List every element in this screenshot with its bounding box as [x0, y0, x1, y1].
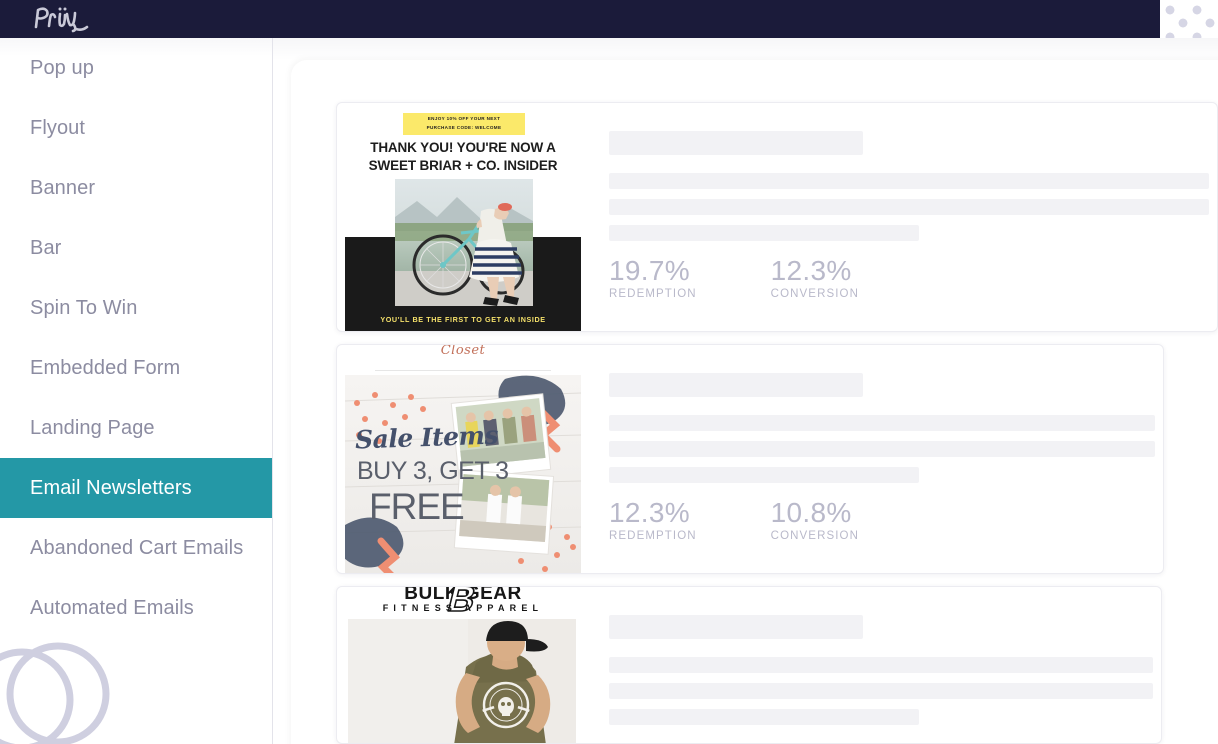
stat-conversion-value: 10.8%	[770, 497, 852, 528]
campaign-thumbnail: ENJOY 10% OFF YOUR NEXT PURCHASE CODE: W…	[345, 103, 581, 331]
email-hero-photo	[348, 619, 576, 743]
sidebar-item-landing-page[interactable]: Landing Page	[0, 398, 272, 458]
campaign-card[interactable]: BULK GEAR B FITNESS APPAREL	[336, 586, 1162, 744]
skeleton-line	[609, 657, 1153, 673]
sidebar-item-label: Email Newsletters	[30, 476, 192, 499]
content-top-fade	[273, 38, 1218, 60]
campaign-stats: 19.7% REDEMPTION 12.3% CONVERSION	[609, 253, 859, 300]
skeleton-title-bar	[609, 131, 863, 155]
sidebar-item-abandoned-cart-emails[interactable]: Abandoned Cart Emails	[0, 518, 272, 578]
headline-script: Sale Items	[354, 420, 499, 455]
sidebar-item-label: Landing Page	[30, 416, 155, 439]
sidebar-item-label: Bar	[30, 236, 62, 259]
email-preview-sweet-briar: ENJOY 10% OFF YOUR NEXT PURCHASE CODE: W…	[345, 103, 581, 331]
skeleton-line	[609, 467, 919, 483]
sidebar-item-label: Pop up	[30, 56, 94, 79]
sidebar-item-label: Flyout	[30, 116, 86, 139]
email-brand-logo: Closet	[440, 345, 486, 358]
sidebar-item-embedded-form[interactable]: Embedded Form	[0, 338, 272, 398]
sidebar-item-email-newsletters[interactable]: Email Newsletters	[0, 458, 272, 518]
email-footer-text: YOU'LL BE THE FIRST TO GET AN INSIDE	[380, 315, 546, 324]
headline-line-1: THANK YOU! YOU'RE NOW A	[370, 140, 556, 155]
email-hero-photo	[395, 179, 533, 306]
coupon-line-1: ENJOY 10% OFF YOUR NEXT	[427, 116, 501, 122]
sidebar-item-label: Banner	[30, 176, 96, 199]
stat-redemption: 19.7% REDEMPTION	[609, 253, 697, 300]
campaign-thumbnail: Closet Sale Items BUY 3, GET 3 FREE	[345, 345, 581, 573]
campaign-thumbnail: BULK GEAR B FITNESS APPAREL	[345, 587, 581, 743]
stat-conversion-value: 12.3%	[770, 255, 852, 286]
campaign-card[interactable]: ENJOY 10% OFF YOUR NEXT PURCHASE CODE: W…	[336, 102, 1218, 332]
stat-conversion-label: CONVERSION	[770, 530, 859, 542]
skeleton-line	[609, 441, 1155, 457]
email-preview-closet-sale: Closet Sale Items BUY 3, GET 3 FREE	[345, 345, 581, 573]
campaign-card-body: 12.3% REDEMPTION 10.8% CONVERSION	[593, 345, 1163, 573]
skeleton-line	[609, 199, 1209, 215]
stat-redemption-label: REDEMPTION	[609, 288, 697, 300]
stat-redemption-value: 12.3%	[609, 497, 690, 528]
sidebar-item-banner[interactable]: Banner	[0, 158, 272, 218]
skeleton-line	[609, 225, 919, 241]
campaign-card-body: 19.7% REDEMPTION 12.3% CONVERSION	[593, 103, 1217, 331]
stat-redemption: 12.3% REDEMPTION	[609, 495, 697, 542]
email-divider	[375, 370, 551, 371]
stat-redemption-value: 19.7%	[609, 255, 690, 286]
sidebar-item-spin-to-win[interactable]: Spin To Win	[0, 278, 272, 338]
stat-conversion: 10.8% CONVERSION	[771, 495, 859, 542]
campaign-card[interactable]: Closet Sale Items BUY 3, GET 3 FREE 12.3…	[336, 344, 1164, 574]
sidebar-item-label: Embedded Form	[30, 356, 181, 379]
headline-line-2: SWEET BRIAR + CO. INSIDER	[368, 157, 558, 173]
skeleton-line	[609, 415, 1155, 431]
skeleton-title-bar	[609, 615, 863, 639]
campaign-stats: 12.3% REDEMPTION 10.8% CONVERSION	[609, 495, 859, 542]
sidebar-item-label: Automated Emails	[30, 596, 194, 619]
stat-conversion: 12.3% CONVERSION	[771, 253, 859, 300]
headline-line-3: FREE	[369, 486, 465, 527]
headline-line-2: BUY 3, GET 3	[357, 457, 509, 485]
sidebar-item-pop-up[interactable]: Pop up	[0, 38, 272, 98]
sidebar-item-label: Abandoned Cart Emails	[30, 536, 244, 559]
email-headline: THANK YOU! YOU'RE NOW A SWEET BRIAR + CO…	[345, 139, 581, 175]
brand-sub-line: FITNESS APPAREL	[382, 603, 544, 613]
skeleton-line	[609, 683, 1153, 699]
sidebar-item-flyout[interactable]: Flyout	[0, 98, 272, 158]
sidebar: Pop up Flyout Banner Bar Spin To Win Emb…	[0, 38, 273, 744]
sidebar-item-label: Spin To Win	[30, 296, 138, 319]
app-root: ENJOY 10% OFF YOUR NEXT PURCHASE CODE: W…	[0, 0, 1218, 744]
coupon-line-2: PURCHASE CODE: WELCOME	[426, 125, 502, 130]
sidebar-item-automated-emails[interactable]: Automated Emails	[0, 578, 272, 638]
email-preview-bulk-gear: BULK GEAR B FITNESS APPAREL	[345, 587, 581, 743]
privy-wordmark-logo[interactable]	[30, 3, 92, 33]
coupon-banner: ENJOY 10% OFF YOUR NEXT PURCHASE CODE: W…	[403, 113, 525, 135]
skeleton-line	[609, 173, 1209, 189]
skeleton-line	[609, 709, 919, 725]
stat-redemption-label: REDEMPTION	[609, 530, 697, 542]
skeleton-title-bar	[609, 373, 863, 397]
sidebar-item-bar[interactable]: Bar	[0, 218, 272, 278]
campaign-card-body	[593, 587, 1161, 743]
top-header-bar	[0, 0, 1160, 38]
stat-conversion-label: CONVERSION	[770, 288, 859, 300]
sidebar-nav: Pop up Flyout Banner Bar Spin To Win Emb…	[0, 38, 272, 638]
